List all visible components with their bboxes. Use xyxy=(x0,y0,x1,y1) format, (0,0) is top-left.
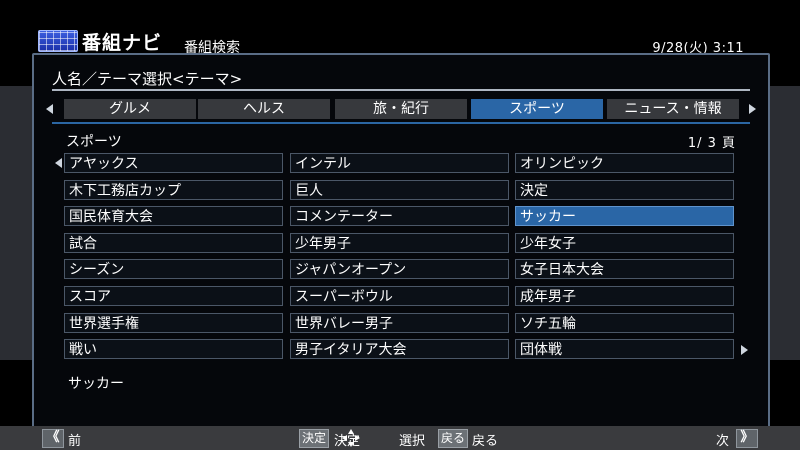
selection-text: サッカー xyxy=(68,376,124,392)
theme-cell[interactable]: スコア xyxy=(64,286,283,306)
tab-scroll-right-icon[interactable] xyxy=(749,104,756,114)
theme-cell[interactable]: 団体戦 xyxy=(515,339,734,359)
theme-cell[interactable]: 女子日本大会 xyxy=(515,259,734,279)
theme-cell[interactable]: ジャパンオープン xyxy=(290,259,509,279)
grid-scroll-left-icon[interactable] xyxy=(55,158,62,168)
theme-cell[interactable]: 世界バレー男子 xyxy=(290,313,509,333)
tab-4[interactable]: ニュース・情報 xyxy=(607,99,739,119)
theme-cell[interactable]: 男子イタリア大会 xyxy=(290,339,509,359)
grid-scroll-right-icon[interactable] xyxy=(741,345,748,355)
theme-cell[interactable]: 成年男子 xyxy=(515,286,734,306)
theme-cell[interactable]: 国民体育大会 xyxy=(64,206,283,226)
heading-divider xyxy=(52,89,750,91)
theme-cell[interactable]: 木下工務店カップ xyxy=(64,180,283,200)
theme-cell[interactable]: 決定 xyxy=(515,180,734,200)
app-title: 番組ナビ xyxy=(82,32,163,54)
page-heading: 人名／テーマ選択<テーマ> xyxy=(52,70,243,88)
main-panel: 人名／テーマ選択<テーマ> グルメ ヘルス 旅・紀行 スポーツ ニュース・情報 スポーツ… xyxy=(32,53,770,431)
theme-cell[interactable]: オリンピック xyxy=(515,153,734,173)
page-indicator: 1/ 3 頁 xyxy=(687,136,736,151)
theme-cell[interactable]: 少年女子 xyxy=(515,233,734,253)
dpad-icon xyxy=(342,429,360,447)
tabs-row: グルメ ヘルス 旅・紀行 スポーツ ニュース・情報 xyxy=(46,99,756,121)
theme-cell[interactable]: ソチ五輪 xyxy=(515,313,734,333)
decide-key-icon: 決定 xyxy=(299,429,330,448)
footer-bar: 《 前 決定 決定 選択 戻る 戻る 次 》 xyxy=(0,426,800,450)
tab-2[interactable]: 旅・紀行 xyxy=(335,99,467,119)
theme-cell[interactable]: サッカー xyxy=(515,206,734,226)
tab-scroll-left-icon[interactable] xyxy=(46,104,53,114)
tab-3[interactable]: スポーツ xyxy=(471,99,603,119)
theme-cell[interactable]: 少年男子 xyxy=(290,233,509,253)
theme-cell[interactable]: 戦い xyxy=(64,339,283,359)
theme-cell[interactable]: 世界選手権 xyxy=(64,313,283,333)
program-guide-logo-icon xyxy=(38,30,78,52)
theme-cell[interactable]: 巨人 xyxy=(290,180,509,200)
next-page-button[interactable]: 》 xyxy=(736,429,758,448)
theme-cell[interactable]: コメンテーター xyxy=(290,206,509,226)
prev-label: 前 xyxy=(68,434,82,449)
theme-cell[interactable]: アヤックス xyxy=(64,153,283,173)
theme-cell[interactable]: スーパーボウル xyxy=(290,286,509,306)
back-key-icon: 戻る xyxy=(438,429,469,448)
select-label: 選択 xyxy=(399,434,426,449)
next-label: 次 xyxy=(716,434,730,449)
header: 番組ナビ 番組検索 9/28(火) 3:11 xyxy=(0,0,800,56)
theme-cell[interactable]: シーズン xyxy=(64,259,283,279)
category-label: スポーツ xyxy=(66,134,122,150)
back-label: 戻る xyxy=(472,434,499,449)
tab-1[interactable]: ヘルス xyxy=(198,99,330,119)
theme-cell[interactable]: 試合 xyxy=(64,233,283,253)
theme-cell[interactable]: インテル xyxy=(290,153,509,173)
tab-0[interactable]: グルメ xyxy=(64,99,196,119)
prev-page-button[interactable]: 《 xyxy=(42,429,64,448)
tab-underline xyxy=(52,122,750,124)
